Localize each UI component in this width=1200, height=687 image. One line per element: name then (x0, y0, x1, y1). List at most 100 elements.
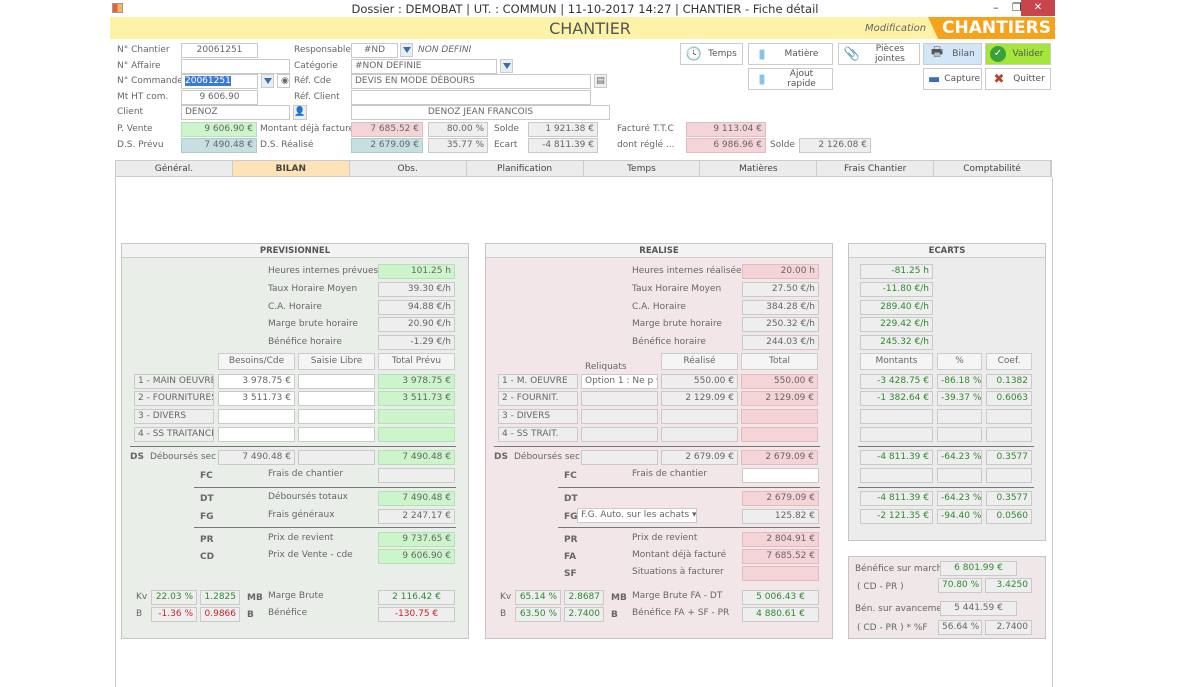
besoins-cell[interactable]: 3 511.73 € (218, 391, 295, 406)
dont-regle-field: 6 986.96 € (686, 138, 766, 153)
categorie-input[interactable]: #NON DEFINIE (351, 59, 497, 74)
tab-planification[interactable]: Planification (467, 161, 584, 176)
reliquats-select[interactable]: Option 1 : Ne p ▾ (581, 374, 658, 389)
column-header: Total Prévu (378, 353, 455, 370)
client-input[interactable]: DENOZ (181, 105, 290, 120)
row-label: 4 - SS TRAIT. (498, 427, 578, 442)
temps-button[interactable]: 🕓 Temps (680, 43, 743, 65)
fg-value: 2 247.17 € (378, 509, 455, 524)
label: P. Vente (117, 124, 153, 134)
b-pct: 63.50 % (515, 607, 561, 622)
ajout-rapide-button[interactable]: ▮ Ajout rapide (748, 68, 833, 90)
commande-input[interactable]: 20061251 (181, 74, 258, 89)
fg-code: FG (200, 512, 214, 522)
hour-label: Heures internes réalisées (632, 266, 747, 276)
ds-label: Déboursés sec (514, 452, 581, 462)
ecart-coef (986, 409, 1032, 424)
hour-label: Bénéfice horaire (268, 337, 342, 347)
row-label: 1 - M. OEUVRE (498, 374, 578, 389)
column-header: Montants (860, 353, 933, 370)
tab-matires[interactable]: Matières (700, 161, 818, 176)
commande-dropdown-icon[interactable] (261, 74, 274, 88)
button-label: Matière (784, 49, 819, 59)
minimize-button[interactable]: – (993, 1, 999, 14)
hour-value: 20.00 h (742, 264, 819, 279)
row-label: 3 - DIVERS (498, 409, 578, 424)
ds-realise: 2 679.09 € (661, 450, 738, 465)
saisie-libre-cell[interactable] (298, 374, 375, 389)
capture-button[interactable]: ▬ Capture (923, 68, 982, 90)
column-header: % (937, 353, 982, 370)
hour-value: -1.29 €/h (378, 335, 455, 350)
pieces-jointes-button[interactable]: 📎 Pièces jointes (838, 43, 920, 65)
pr-code: PR (200, 535, 214, 545)
ecart-pct (937, 468, 982, 483)
fc-label: Frais de chantier (268, 469, 344, 479)
valider-button[interactable]: ✓ Valider (985, 43, 1051, 65)
tab-fraischantier[interactable]: Frais Chantier (817, 161, 935, 176)
chantier-input[interactable]: 20061251 (181, 43, 258, 58)
besoins-cell[interactable] (218, 409, 295, 424)
fc-code: FC (564, 471, 577, 481)
ecart-pct: -39.37 % (937, 391, 982, 406)
ref-cde-input[interactable]: DEVIS EN MODE DÉBOURS (351, 74, 591, 89)
ds-realise-pct: 35.77 % (428, 138, 488, 153)
eye-icon[interactable]: ◉ (277, 74, 290, 88)
besoins-cell[interactable]: 3 978.75 € (218, 374, 295, 389)
p-vente-field: 9 606.90 € (181, 122, 257, 137)
ecart-coef: 0.3577 (986, 450, 1032, 465)
saisie-libre-cell[interactable] (298, 391, 375, 406)
ecart-pct: -64.23 % (937, 491, 982, 506)
label: N° Commande (117, 76, 183, 86)
tab-comptabilit[interactable]: Comptabilité (934, 161, 1051, 176)
tab-bilan[interactable]: BILAN (232, 161, 350, 176)
b-label: Bénéfice FA + SF - PR (632, 608, 730, 618)
reliquats-label: Reliquats (585, 362, 627, 372)
tab-temps[interactable]: Temps (584, 161, 701, 176)
label: Ecart (494, 140, 518, 150)
responsable-dropdown-icon[interactable] (400, 43, 413, 57)
mt-ht-input[interactable]: 9 606.90 (181, 90, 258, 105)
clock-icon: 🕓 (685, 46, 703, 62)
label: Montant déjà facturé (260, 124, 355, 134)
label: D.S. Réalisé (260, 140, 314, 150)
tab-gnral[interactable]: Général. (116, 161, 233, 176)
b-label: Bénéfice (268, 608, 308, 618)
pr-value: 2 804.91 € (742, 532, 819, 547)
saisie-libre-cell[interactable] (298, 427, 375, 442)
matiere-button[interactable]: ▮ Matière (748, 43, 833, 65)
ref-client-input[interactable] (351, 90, 591, 105)
person-icon[interactable]: 👤 (293, 105, 307, 120)
b-code2: B (611, 610, 618, 620)
ds-code: DS (494, 452, 508, 462)
page-title: CHANTIER (549, 19, 631, 38)
kv-pct: 65.14 % (515, 590, 561, 605)
b-coef: 0.9866 (200, 607, 240, 622)
column-header: Besoins/Cde (218, 353, 295, 370)
tab-obs[interactable]: Obs. (350, 161, 467, 176)
ecart-coef: 0.0560 (986, 509, 1032, 524)
hour-value: 20.90 €/h (378, 317, 455, 332)
fc-value (378, 468, 455, 483)
x-icon: ✖ (993, 71, 1005, 87)
fc-value[interactable] (742, 468, 819, 483)
hour-label: Heures internes prévues (268, 266, 379, 276)
ds-total: 2 679.09 € (741, 450, 818, 465)
responsable-input[interactable]: #ND (351, 43, 398, 58)
montant-facture-pct: 80.00 % (428, 122, 488, 137)
fg-select[interactable]: F.G. Auto. sur les achats ▾ (577, 508, 697, 523)
close-button[interactable]: ✕ (1021, 0, 1055, 16)
separator-line (858, 446, 1034, 447)
bilan-button[interactable]: 🖶 Bilan (923, 43, 982, 65)
dt-label: Déboursés totaux (268, 492, 348, 502)
calendar-icon[interactable]: ▤ (594, 74, 607, 88)
ecart-montant: -1 382.64 € (860, 391, 933, 406)
saisie-libre-cell[interactable] (298, 409, 375, 424)
categorie-dropdown-icon[interactable] (500, 59, 513, 73)
label: N° Affaire (117, 61, 161, 71)
hour-label: Marge brute horaire (268, 319, 358, 329)
besoins-cell[interactable] (218, 427, 295, 442)
affaire-input[interactable] (181, 59, 290, 74)
benefice-marche-value: 6 801.99 € (940, 561, 1017, 576)
quitter-button[interactable]: ✖ Quitter (985, 68, 1051, 90)
